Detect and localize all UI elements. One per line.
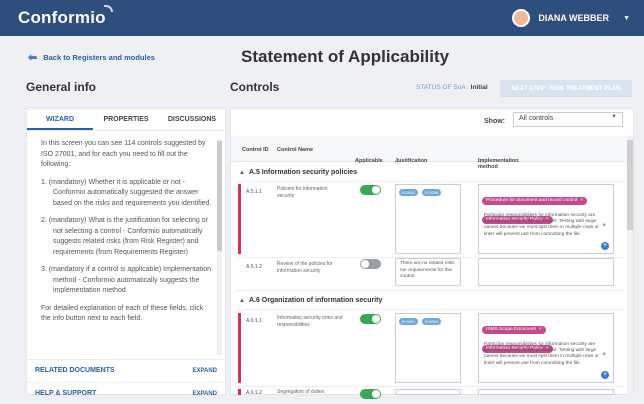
col-control-name: Control Name [277,147,314,153]
controls-scrollbar-thumb[interactable] [627,140,633,230]
row-divider [236,386,624,387]
justification-field[interactable]: R-0001 R-0006 [395,184,461,254]
justification-field[interactable]: There are no related risks nor requireme… [395,258,461,286]
risk-tag[interactable]: R-0001 [399,189,419,196]
help-support-label: HELP & SUPPORT [35,390,97,397]
toggle-knob [372,186,380,194]
control-id: A.5.1.1 [246,189,262,195]
implementation-text[interactable]: Particular responsibilities for informat… [484,213,600,238]
implementation-field[interactable]: ISMS Scope Document × Information Securit… [478,313,614,383]
general-info-panel: WIZARD PROPERTIES DISCUSSIONS In this sc… [26,108,226,397]
col-control-id: Control ID [242,147,269,153]
implementation-text[interactable]: Particular responsibilities for informat… [484,342,600,367]
implementation-field[interactable] [478,389,614,395]
wizard-paragraph: 2. (mandatory) What is the justification… [41,217,208,256]
show-filter-value: All controls [519,115,554,122]
expand-related-documents[interactable]: EXPAND [192,368,217,374]
general-info-tabs: WIZARD PROPERTIES DISCUSSIONS [27,109,225,131]
risk-tag[interactable]: R-0004 [422,318,442,325]
show-label: Show: [484,118,505,125]
related-documents-row[interactable]: RELATED DOCUMENTS EXPAND [27,359,225,381]
document-tag[interactable]: ISMS Scope Document × [482,326,546,334]
general-info-heading: General info [26,80,97,94]
applicable-toggle[interactable] [360,314,381,324]
chevron-down-icon[interactable]: ▼ [623,15,630,22]
clear-text-icon[interactable]: × [602,223,606,229]
tab-discussions[interactable]: DISCUSSIONS [159,109,225,130]
add-document-icon[interactable]: + [601,371,609,379]
toggle-knob [361,260,369,268]
row-divider [236,290,624,291]
wizard-paragraph: In this screen you can see 114 controls … [41,140,206,168]
control-id: A.6.1.1 [246,318,262,324]
soa-status: STATUS OF SoA : Initial [416,84,488,91]
tab-wizard[interactable]: WIZARD [27,109,93,130]
toggle-knob [372,315,380,323]
user-menu[interactable]: DIANA WEBBER ▼ [512,9,630,27]
remove-tag-icon[interactable]: × [539,327,542,332]
row-flag [238,184,241,254]
table-header: Control ID Control Name Applicable ⓘ Jus… [231,136,627,170]
wizard-paragraph: 1. (mandatory) Whether it is applicable … [41,178,212,207]
collapse-triangle-icon[interactable]: ▲ [239,298,245,304]
remove-tag-icon[interactable]: × [580,198,583,203]
implementation-field[interactable] [478,258,614,286]
info-icon[interactable]: ⓘ [395,158,401,166]
row-flag [238,313,241,383]
help-support-row[interactable]: HELP & SUPPORT EXPAND [27,382,225,404]
conformio-logo[interactable]: Conformio [18,5,113,28]
top-bar: Conformio DIANA WEBBER ▼ [0,0,644,36]
justification-text: There are no related risks nor requireme… [400,261,455,279]
row-flag [238,389,241,395]
arrow-left-icon: ⬅ [28,52,38,64]
back-link[interactable]: ⬅ Back to Registers and modules [28,51,155,64]
related-documents-label: RELATED DOCUMENTS [35,367,115,374]
control-name: Review of the policies for information s… [277,261,333,274]
document-tag[interactable]: Procedure for document and record contro… [482,197,588,205]
info-icon[interactable]: ⓘ [355,158,361,166]
tab-properties[interactable]: PROPERTIES [93,109,159,130]
expand-help-support[interactable]: EXPAND [192,391,217,397]
control-name: Information security roles and responsib… [277,315,343,328]
page-title: Statement of Applicability [241,47,450,66]
wizard-scrollbar-thumb[interactable] [217,141,222,251]
row-divider [236,309,624,310]
section-header[interactable]: ▲ A.5 Information security policies [239,169,357,176]
justification-field[interactable]: R-0001 R-0004 [395,313,461,383]
add-document-icon[interactable]: + [601,242,609,250]
control-name: Policies for information security [277,186,328,199]
risk-tag[interactable]: R-0006 [422,189,442,196]
wizard-paragraph: 3. (mandatory if a control is applicable… [41,266,212,294]
collapse-triangle-icon[interactable]: ▲ [239,170,245,176]
section-header[interactable]: ▲ A.6 Organization of information securit… [239,297,382,304]
back-link-label: Back to Registers and modules [43,53,155,62]
show-filter-select[interactable]: All controls ▼ [513,112,623,127]
clear-text-icon[interactable]: × [602,352,606,358]
justification-field[interactable] [395,389,461,395]
toggle-knob [372,390,380,398]
user-avatar[interactable] [512,9,531,27]
applicable-toggle[interactable] [360,185,381,195]
wizard-text: In this screen you can see 114 controls … [41,139,213,332]
logo-arc-icon [103,5,113,12]
soa-status-value: Initial [470,84,488,91]
info-icon[interactable]: ⓘ [478,158,484,166]
implementation-field[interactable]: Procedure for document and record contro… [478,184,614,254]
controls-heading: Controls [230,80,280,94]
control-id: A.5.1.2 [246,264,262,270]
wizard-paragraph: For detailed explanation of each of thes… [41,304,204,323]
control-id: A.6.1.2 [246,390,262,396]
risk-tag[interactable]: R-0001 [399,318,419,325]
row-divider [236,181,624,182]
soa-status-label: STATUS OF SoA : [416,84,469,91]
chevron-down-icon: ▼ [611,114,617,120]
next-step-button[interactable]: NEXT STEP - RISK TREATMENT PLAN [500,80,632,97]
user-name: DIANA WEBBER [538,13,610,23]
applicable-toggle[interactable] [360,389,381,399]
applicable-toggle[interactable] [360,259,381,269]
